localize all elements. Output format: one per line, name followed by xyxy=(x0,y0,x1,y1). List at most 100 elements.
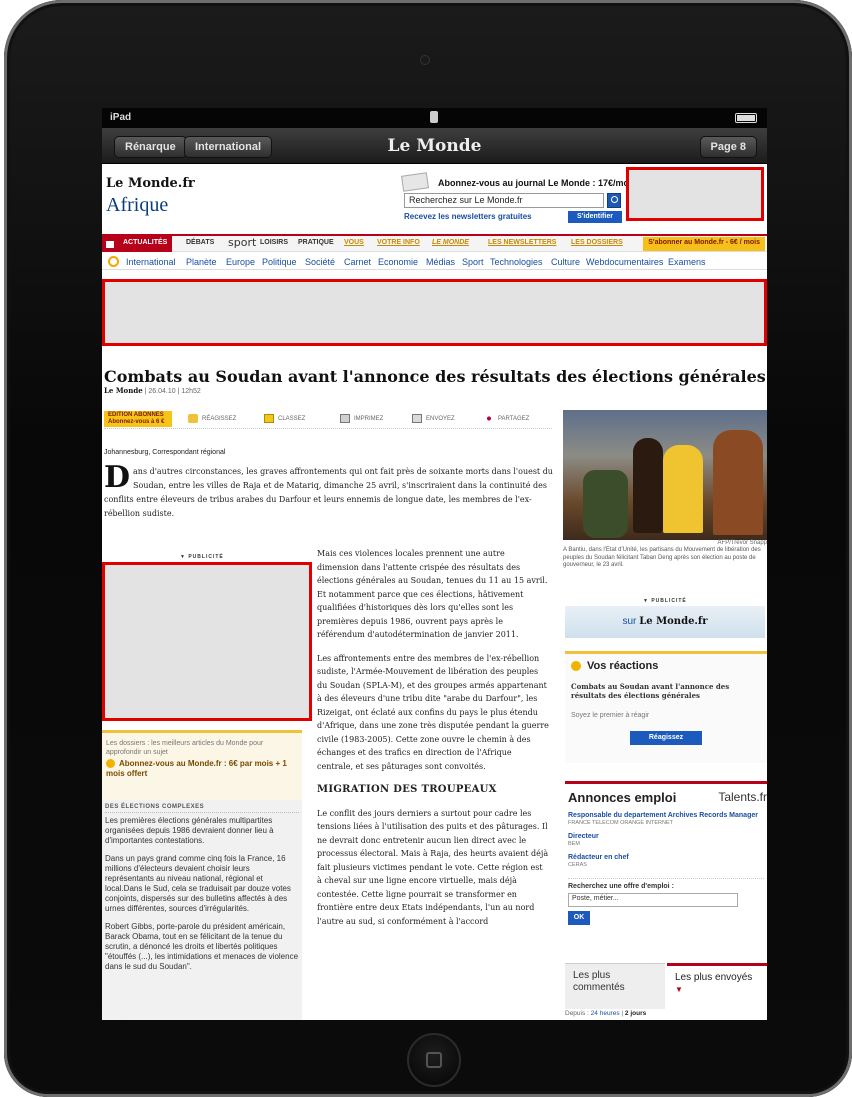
photo-figure xyxy=(713,430,763,535)
job-title[interactable]: Responsable du departement Archives Reco… xyxy=(568,811,764,820)
promo-text: sur Le Monde.fr xyxy=(565,616,765,627)
dossiers-text[interactable]: Les dossiers : les meilleurs articles du… xyxy=(106,739,298,757)
drop-cap: D xyxy=(104,460,131,495)
subnav-examens[interactable]: Examens xyxy=(668,257,706,267)
photo-figure xyxy=(633,438,663,533)
subnav-sport[interactable]: Sport xyxy=(462,257,484,267)
home-square-icon xyxy=(426,1052,442,1068)
newspaper-icon xyxy=(401,172,429,192)
ad-placeholder-banner xyxy=(102,279,767,346)
search-input[interactable]: Recherchez sur Le Monde.fr xyxy=(404,193,604,208)
period-2days[interactable]: 2 jours xyxy=(625,1010,646,1017)
job-company: FRANCE TELECOM ORANGE INTERNET xyxy=(568,820,674,826)
sidebar-story-title: DES ÉLECTIONS COMPLEXES xyxy=(105,804,299,813)
nav-vous[interactable]: VOUS xyxy=(344,239,364,246)
article-body: Mais ces violences locales prennent une … xyxy=(317,547,549,938)
article-photo[interactable] xyxy=(563,410,767,540)
period-prefix: Depuis : xyxy=(565,1010,589,1017)
photo-figure xyxy=(663,445,703,533)
subnav-societe[interactable]: Société xyxy=(305,257,335,267)
nav-actualites[interactable]: ACTUALITÉS xyxy=(118,236,173,252)
promo-logo: Le Monde.fr xyxy=(639,616,708,627)
sidebar-paragraph: Dans un pays grand comme cinq fois la Fr… xyxy=(105,854,291,913)
subnav-europe[interactable]: Europe xyxy=(226,257,255,267)
subscribe-journal-link[interactable]: Abonnez-vous au journal Le Monde : 17€/m… xyxy=(438,178,637,188)
nav-sport[interactable]: sport xyxy=(228,236,256,249)
period-separator: | xyxy=(621,1010,624,1017)
job-title[interactable]: Directeur xyxy=(568,832,764,841)
nav-loisirs[interactable]: LOISIRS xyxy=(260,239,288,246)
job-item[interactable]: Responsable du departement Archives Reco… xyxy=(568,811,764,826)
site-logo[interactable]: Le Monde.fr xyxy=(106,176,195,191)
edition-badge[interactable]: EDITION ABONNES Abonnez-vous à 6 € xyxy=(104,411,172,427)
ad-placeholder-header xyxy=(626,167,764,221)
job-title[interactable]: Rédacteur en chef xyxy=(568,853,764,862)
comment-icon xyxy=(188,414,198,423)
popular-tabs: Les plus commentés Les plus envoyés ▼ De… xyxy=(565,963,767,1020)
reagissez-button[interactable]: Réagissez xyxy=(630,731,702,745)
photo-caption: A Bantiu, dans l'Etat d'Unité, les parti… xyxy=(563,547,761,568)
ad-placeholder-left xyxy=(102,562,312,721)
sidebar-paragraph: Les premières élections générales multip… xyxy=(105,816,274,845)
subnav-medias[interactable]: Médias xyxy=(426,257,455,267)
tab-most-sent[interactable]: Les plus envoyés ▼ xyxy=(667,963,767,1009)
nav-debats[interactable]: DÉBATS xyxy=(186,239,214,246)
subscribe-button[interactable]: S'abonner au Monde.fr - 6€ / mois xyxy=(643,237,765,251)
jobs-search-input[interactable]: Poste, métier... xyxy=(568,893,738,908)
share-icon xyxy=(484,414,494,423)
mail-icon xyxy=(412,414,422,423)
jobs-ok-button[interactable]: OK xyxy=(568,911,590,926)
subnav-economie[interactable]: Economie xyxy=(378,257,418,267)
subnav-politique[interactable]: Politique xyxy=(262,257,297,267)
job-company: BEM xyxy=(568,841,580,847)
nav-le-monde[interactable]: LE MONDE xyxy=(432,239,469,246)
home-button[interactable] xyxy=(407,1033,461,1087)
dossiers-offer-link[interactable]: Abonnez-vous au Monde.fr : 6€ par mois +… xyxy=(106,759,298,779)
pub-label: ▼ PUBLICITÉ xyxy=(643,598,687,604)
tool-partagez[interactable]: PARTAGEZ xyxy=(484,414,529,423)
subnav-culture[interactable]: Culture xyxy=(551,257,580,267)
tool-imprimez[interactable]: IMPRIMEZ xyxy=(340,414,383,423)
article-subheading: MIGRATION DES TROUPEAUX xyxy=(317,784,497,795)
subnav-webdocumentaires[interactable]: Webdocumentaires xyxy=(586,257,663,267)
tool-envoyez[interactable]: ENVOYEZ xyxy=(412,414,455,423)
jobs-search-label: Recherchez une offre d'emploi : xyxy=(568,878,764,890)
login-button[interactable]: S'identifier xyxy=(568,211,622,223)
sidebar-story: DES ÉLECTIONS COMPLEXES Les premières él… xyxy=(102,800,302,1020)
search-button[interactable] xyxy=(607,193,621,208)
subnav-international[interactable]: International xyxy=(126,257,176,267)
nav-pratique[interactable]: PRATIQUE xyxy=(298,239,334,246)
job-item[interactable]: Directeur BEM xyxy=(568,832,764,847)
status-bar: iPad xyxy=(102,108,767,128)
lock-icon xyxy=(430,111,438,123)
promo-banner[interactable]: sur Le Monde.fr xyxy=(565,606,765,638)
chevron-down-icon: ▼ xyxy=(675,985,683,994)
section-title[interactable]: Afrique xyxy=(106,194,168,217)
tab-most-commented[interactable]: Les plus commentés xyxy=(565,963,665,1009)
subnav-planete[interactable]: Planète xyxy=(186,257,217,267)
page-button[interactable]: Page 8 xyxy=(699,136,757,158)
subnav-technologies[interactable]: Technologies xyxy=(490,257,543,267)
sub-nav: International Planète Europe Politique S… xyxy=(102,254,767,270)
home-icon[interactable] xyxy=(102,236,118,252)
jobs-brand-logo[interactable]: Talents.fr xyxy=(718,790,767,804)
tool-classez[interactable]: CLASSEZ xyxy=(264,414,305,423)
nav-newsletters[interactable]: LES NEWSLETTERS xyxy=(488,239,556,246)
period-24h[interactable]: 24 heures xyxy=(591,1010,620,1017)
job-item[interactable]: Rédacteur en chef CERAS xyxy=(568,853,764,868)
article-tools: EDITION ABONNES Abonnez-vous à 6 € RÉAGI… xyxy=(104,411,552,429)
print-icon xyxy=(340,414,350,423)
tool-reagissez[interactable]: RÉAGISSEZ xyxy=(188,414,236,423)
tool-label: RÉAGISSEZ xyxy=(202,416,237,423)
site-header: Le Monde.fr Afrique Abonnez-vous au jour… xyxy=(102,164,767,224)
offer-label: Abonnez-vous au Monde.fr : 6€ par mois +… xyxy=(106,759,287,778)
tool-label: CLASSEZ xyxy=(278,416,306,423)
article-lead: D ans d'autres circonstances, les graves… xyxy=(104,460,554,521)
nav-dossiers[interactable]: LES DOSSIERS xyxy=(571,239,623,246)
article-paragraph: Le conflit des jours derniers a surtout … xyxy=(317,808,549,926)
subnav-carnet[interactable]: Carnet xyxy=(344,257,371,267)
newsletters-link[interactable]: Recevez les newsletters gratuites xyxy=(404,212,532,221)
nav-votre-info[interactable]: VOTRE INFO xyxy=(377,239,420,246)
clock-icon xyxy=(108,256,119,267)
meta-logo: Le Monde xyxy=(104,386,143,395)
